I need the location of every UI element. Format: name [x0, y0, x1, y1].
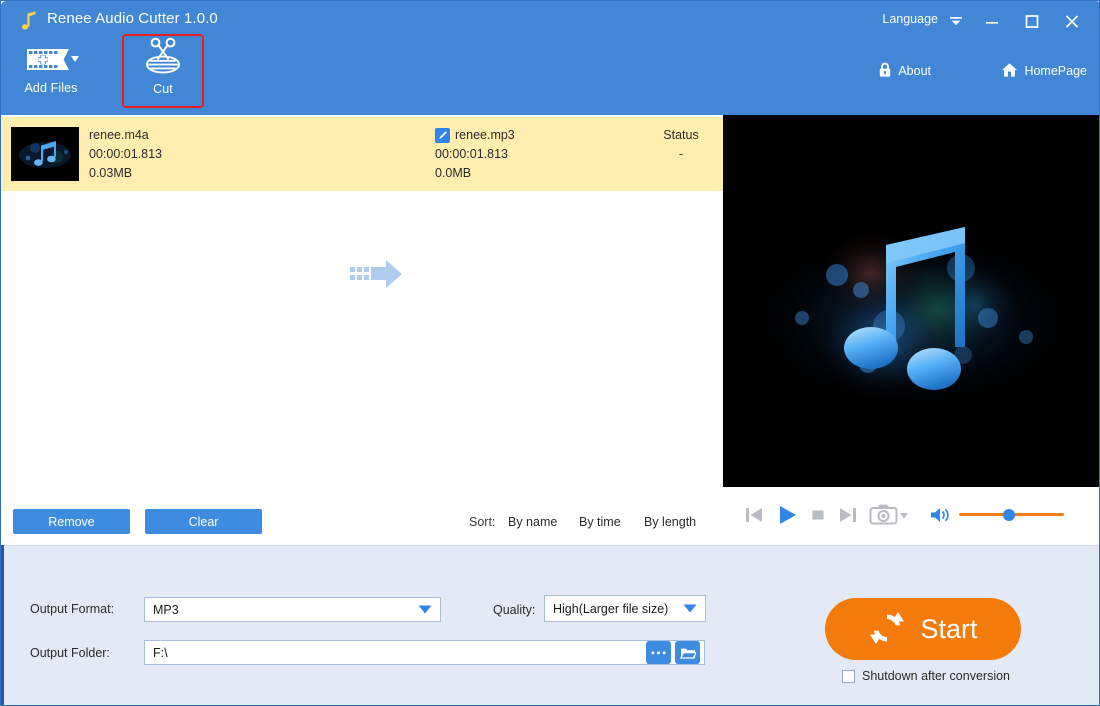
sort-by-time-option[interactable]: By time [579, 515, 621, 529]
chevron-down-icon[interactable] [418, 598, 432, 621]
target-file-size: 0.0MB [435, 166, 472, 180]
clear-button[interactable]: Clear [145, 509, 262, 534]
maximize-button[interactable] [1017, 9, 1047, 33]
sort-by-length-option[interactable]: By length [644, 515, 696, 529]
album-art [723, 115, 1099, 487]
status-column: Status - [646, 126, 716, 164]
volume-icon[interactable] [927, 501, 953, 529]
checkbox-box[interactable] [842, 669, 855, 683]
cut-icon [124, 36, 202, 80]
add-files-label: Add Files [24, 81, 78, 95]
shutdown-label: Shutdown after conversion [862, 669, 1011, 683]
window-title: Renee Audio Cutter 1.0.0 [47, 10, 218, 27]
source-file-size: 0.03MB [89, 166, 133, 180]
output-format-select[interactable]: MP3 [144, 597, 441, 622]
start-button[interactable]: Start [825, 598, 1021, 660]
snapshot-camera-icon[interactable] [867, 501, 911, 529]
table-row[interactable]: renee.m4a 00:00:01.813 0.03MB renee.mp3 … [1, 117, 723, 288]
volume-slider-handle[interactable] [1003, 508, 1015, 521]
file-list-panel[interactable]: renee.m4a 00:00:01.813 0.03MB renee.mp3 … [1, 115, 723, 496]
about-link[interactable]: About [878, 61, 931, 81]
cut-button[interactable]: Cut [122, 34, 204, 108]
add-files-icon [9, 39, 93, 79]
target-duration: 00:00:01.813 [435, 147, 508, 161]
settings-left-rule [1, 545, 4, 705]
browse-folder-button[interactable] [646, 641, 671, 664]
next-track-icon[interactable] [835, 501, 861, 529]
play-icon[interactable] [773, 501, 801, 529]
minimize-button[interactable] [977, 9, 1007, 33]
output-folder-value: F:\ [153, 645, 168, 660]
conversion-arrow-icon [350, 258, 404, 295]
album-art-thumbnail [11, 127, 79, 181]
source-duration: 00:00:01.813 [89, 147, 162, 161]
about-label: About [898, 64, 931, 78]
lock-icon [878, 62, 892, 81]
source-file-name: renee.m4a [89, 128, 149, 142]
chevron-down-icon[interactable] [683, 596, 697, 621]
output-format-label: Output Format: [30, 602, 115, 616]
homepage-label: HomePage [1024, 64, 1087, 78]
sort-by-name-option[interactable]: By name [508, 515, 557, 529]
application-window: Renee Audio Cutter 1.0.0 Language Add Fi… [0, 0, 1100, 706]
status-header: Status [663, 128, 699, 142]
sort-label: Sort: [469, 515, 496, 529]
quality-value: High(Larger file size) [553, 601, 669, 616]
quality-select[interactable]: High(Larger file size) [544, 595, 706, 622]
output-format-value: MP3 [153, 602, 179, 617]
app-logo-icon [17, 9, 39, 33]
previous-track-icon[interactable] [741, 501, 767, 529]
close-button[interactable] [1057, 9, 1087, 33]
cut-label: Cut [153, 82, 173, 96]
preview-panel[interactable] [723, 115, 1099, 487]
chevron-down-icon[interactable] [948, 14, 964, 28]
target-file-name-row: renee.mp3 [435, 126, 515, 145]
target-file-info: renee.mp3 00:00:01.813 0.0MB [435, 126, 515, 183]
quality-label: Quality: [493, 603, 536, 617]
shutdown-after-conversion-checkbox[interactable]: Shutdown after conversion [842, 669, 1010, 683]
homepage-link[interactable]: HomePage [1001, 61, 1087, 81]
remove-button[interactable]: Remove [13, 509, 130, 534]
home-icon [1001, 62, 1018, 81]
volume-slider[interactable] [959, 508, 1064, 521]
list-toolbar: Remove Clear Sort: By name By time By le… [1, 496, 723, 545]
add-files-button[interactable]: Add Files [9, 39, 93, 105]
player-controls [723, 487, 1099, 545]
status-badge: - [678, 147, 684, 161]
refresh-convert-icon [868, 609, 906, 650]
start-label: Start [920, 613, 978, 644]
language-menu-label[interactable]: Language [882, 12, 938, 26]
output-folder-input[interactable]: F:\ [144, 640, 705, 665]
stop-icon[interactable] [805, 501, 831, 529]
output-folder-label: Output Folder: [30, 646, 110, 660]
target-file-name: renee.mp3 [455, 128, 515, 142]
title-bar: Renee Audio Cutter 1.0.0 Language Add Fi… [1, 1, 1099, 115]
source-file-info: renee.m4a 00:00:01.813 0.03MB [89, 126, 162, 183]
edit-pencil-icon[interactable] [435, 128, 450, 143]
open-folder-button[interactable] [675, 641, 700, 664]
